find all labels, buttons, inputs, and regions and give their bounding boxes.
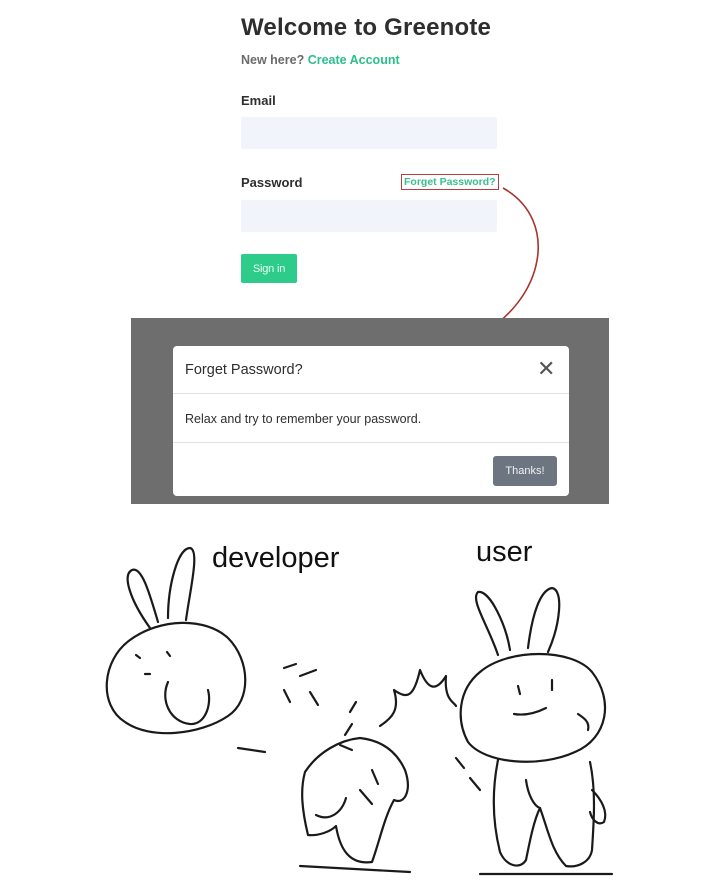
right-bunny-ear (526, 586, 561, 654)
forgot-password-dialog: Forget Password? ✕ Relax and try to reme… (173, 346, 569, 496)
close-icon[interactable]: ✕ (537, 358, 555, 380)
sign-in-button[interactable]: Sign in (241, 254, 297, 283)
thanks-button[interactable]: Thanks! (493, 456, 557, 486)
left-bunny-head (105, 621, 247, 735)
dialog-message: Relax and try to remember your password. (185, 412, 422, 426)
signup-prompt: New here? Create Account (241, 53, 400, 67)
left-bunny-ear (126, 568, 160, 630)
password-field[interactable] (241, 200, 497, 232)
middle-bunny-body (301, 736, 409, 864)
dialog-divider (173, 442, 569, 443)
create-account-link[interactable]: Create Account (308, 53, 400, 67)
right-bunny-body (492, 758, 596, 868)
left-bunny-ear (166, 546, 196, 622)
email-field[interactable] (241, 117, 497, 149)
dialog-title: Forget Password? (185, 362, 303, 378)
email-label: Email (241, 93, 276, 108)
password-label: Password (241, 175, 303, 190)
forgot-password-link[interactable]: Forget Password? (401, 174, 499, 190)
dialog-divider (173, 393, 569, 394)
bunny-comic-illustration (105, 546, 614, 876)
right-bunny-ear (475, 590, 512, 657)
new-here-text: New here? (241, 53, 305, 67)
right-bunny-head (459, 652, 607, 763)
page-title: Welcome to Greenote (241, 14, 492, 41)
